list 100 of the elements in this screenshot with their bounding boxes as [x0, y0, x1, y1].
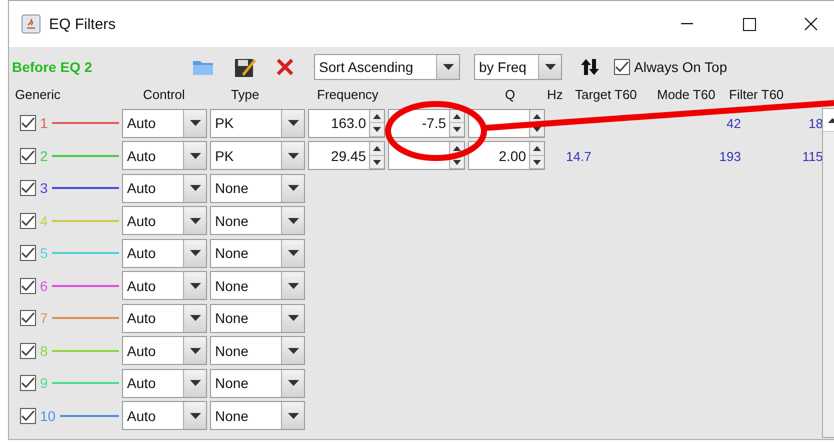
caret-icon — [288, 250, 298, 256]
column-header: Target T60 — [575, 87, 638, 102]
color-line — [52, 220, 119, 222]
minimize-icon[interactable] — [681, 23, 693, 25]
caret-icon — [288, 152, 298, 159]
down-arrow-icon[interactable] — [373, 160, 381, 164]
up-arrow-icon[interactable] — [453, 114, 461, 118]
down-arrow-icon[interactable] — [453, 160, 461, 164]
caret-icon — [288, 185, 298, 192]
checkbox[interactable] — [20, 148, 36, 164]
dropdown[interactable]: None — [210, 271, 305, 300]
filter-t60-value: 115 — [802, 148, 823, 164]
hz-value: 14.7 — [566, 148, 592, 164]
dropdown[interactable]: Auto — [122, 304, 207, 333]
checkbox[interactable] — [614, 59, 630, 75]
dropdown[interactable]: None — [210, 336, 305, 366]
caret-icon — [190, 348, 200, 354]
caret-icon — [190, 282, 200, 289]
column-header: Type — [230, 87, 260, 102]
down-arrow-icon[interactable] — [533, 127, 541, 132]
up-arrow-icon[interactable] — [373, 114, 381, 118]
checkbox[interactable] — [20, 180, 36, 196]
dropdown[interactable]: Auto — [122, 108, 207, 138]
filter-number: 7 — [40, 310, 48, 326]
color-line — [52, 382, 119, 384]
sort-icon[interactable] — [580, 57, 600, 77]
dropdown[interactable]: Auto — [122, 368, 207, 398]
color-line — [60, 414, 119, 417]
spinner-field[interactable]: 29.45 — [308, 141, 385, 170]
caret-icon — [190, 250, 200, 256]
dropdown[interactable]: Auto — [122, 401, 207, 430]
dropdown[interactable]: Auto — [122, 271, 207, 300]
dropdown[interactable]: None — [210, 304, 305, 333]
column-header: Generic — [15, 87, 62, 102]
column-header: Frequency — [317, 87, 380, 102]
dropdown[interactable]: PK — [210, 108, 305, 138]
column-header: Control — [142, 87, 186, 102]
caret-icon — [442, 64, 454, 70]
dropdown[interactable]: Auto — [122, 141, 207, 170]
down-arrow-icon[interactable] — [373, 127, 381, 132]
caret-icon — [190, 218, 200, 224]
dropdown[interactable]: None — [210, 238, 305, 268]
maximize-icon[interactable] — [742, 18, 756, 30]
caret-icon — [190, 185, 200, 192]
filter-number: 4 — [40, 212, 48, 229]
checkbox[interactable] — [20, 375, 36, 392]
caret-icon — [288, 412, 298, 419]
checkbox-label: Always On Top — [634, 59, 728, 75]
filter-number: 3 — [40, 180, 48, 196]
checkbox[interactable] — [20, 278, 36, 294]
app-icon — [21, 14, 41, 34]
dropdown[interactable]: None — [210, 174, 305, 203]
dropdown[interactable]: by Freq — [474, 54, 562, 80]
delete-icon[interactable] — [276, 58, 294, 76]
caret-icon — [190, 380, 200, 386]
color-line — [52, 350, 119, 352]
color-line — [52, 122, 119, 124]
column-header: Mode T60 — [657, 87, 716, 102]
spinner-field[interactable]: 163.0 — [308, 108, 385, 138]
up-arrow-icon[interactable] — [373, 146, 381, 151]
close-icon[interactable] — [804, 17, 818, 31]
window-title: EQ Filters — [49, 16, 116, 32]
up-arrow-icon[interactable] — [533, 114, 541, 118]
filter-number: 1 — [40, 115, 48, 132]
filter-number: 8 — [40, 342, 48, 359]
checkbox[interactable] — [20, 342, 36, 359]
up-arrow-icon[interactable] — [533, 146, 541, 151]
checkbox[interactable] — [20, 212, 36, 229]
dropdown[interactable]: None — [210, 206, 305, 236]
caret-icon — [190, 120, 200, 126]
dropdown[interactable]: Auto — [122, 206, 207, 236]
column-header: Q — [504, 87, 516, 102]
scroll-up-icon[interactable] — [828, 118, 834, 122]
checkbox[interactable] — [20, 408, 36, 424]
save-icon[interactable] — [234, 56, 256, 78]
color-line — [52, 317, 119, 320]
dropdown[interactable]: PK — [210, 141, 305, 170]
dropdown[interactable]: None — [210, 368, 305, 398]
down-arrow-icon[interactable] — [453, 127, 461, 132]
filter-t60-value: 18 — [808, 116, 823, 132]
color-line — [52, 154, 119, 157]
caret-icon — [190, 152, 200, 159]
caret-icon — [288, 315, 298, 322]
dropdown[interactable]: Auto — [122, 174, 207, 203]
filter-number: 5 — [40, 245, 48, 262]
down-arrow-icon[interactable] — [533, 160, 541, 164]
checkbox[interactable] — [20, 310, 36, 326]
spinner-field[interactable]: 2.00 — [468, 141, 545, 170]
dropdown[interactable]: Auto — [122, 238, 207, 268]
checkbox[interactable] — [20, 115, 36, 132]
checkbox[interactable] — [20, 245, 36, 262]
up-arrow-icon[interactable] — [453, 146, 461, 151]
caret-icon — [288, 218, 298, 224]
dropdown[interactable]: None — [210, 401, 305, 430]
dropdown[interactable]: Sort Ascending — [314, 54, 460, 80]
caret-icon — [288, 380, 298, 386]
dropdown[interactable]: Auto — [122, 336, 207, 366]
filter-number: 10 — [40, 408, 56, 424]
color-line — [52, 252, 119, 254]
caret-icon — [288, 348, 298, 354]
